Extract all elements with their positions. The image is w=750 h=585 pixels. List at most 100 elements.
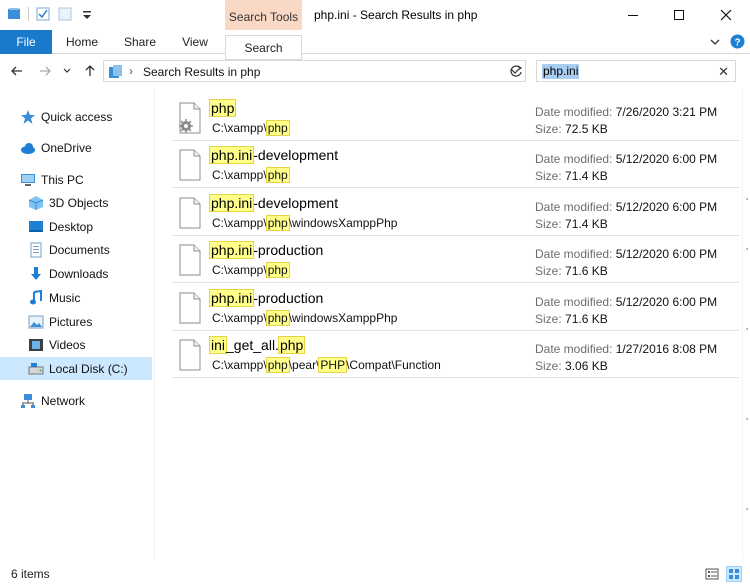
sidebar-item-label: This PC (41, 172, 84, 187)
computer-icon (20, 172, 36, 188)
tab-file[interactable]: File (0, 30, 52, 54)
close-button[interactable] (703, 0, 749, 30)
clear-search-icon[interactable]: ✕ (718, 64, 729, 80)
breadcrumb-separator: › (129, 64, 133, 78)
sidebar-item-label: Pictures (49, 314, 93, 329)
search-box[interactable]: php.ini ✕ (536, 60, 736, 82)
size-value: 71.4 KB (565, 169, 608, 183)
search-tools-context-tab: Search Tools (225, 0, 302, 30)
network-icon (20, 393, 36, 409)
file-name[interactable]: php.ini-production (209, 241, 323, 259)
file-name[interactable]: ini_get_all.php (209, 336, 306, 354)
pictures-icon (28, 314, 44, 330)
sidebar-item-label: OneDrive (41, 140, 92, 155)
search-match-highlight: php (265, 167, 290, 183)
result-row[interactable]: php.ini-development C:\xampp\php\windowsX… (172, 190, 739, 236)
search-input[interactable]: php.ini (542, 64, 580, 79)
chevron-down-icon (63, 68, 71, 73)
sidebar-item-3d-objects[interactable]: 3D Objects (0, 191, 152, 214)
result-row[interactable]: php.ini-production C:\xampp\php Date modif… (172, 237, 739, 283)
file-path: C:\xampp\php (212, 167, 290, 183)
text-segment: \pear\ (288, 358, 320, 372)
result-row[interactable]: php.ini-production C:\xampp\php\windowsXa… (172, 285, 739, 331)
file-icon (177, 292, 203, 324)
text-segment: _get_all. (226, 337, 279, 353)
date-modified-label: Date modified: (535, 247, 613, 261)
result-row[interactable]: php.ini-development C:\xampp\php Date modi… (172, 142, 739, 188)
film-icon (28, 337, 44, 353)
sidebar-item-this-pc[interactable]: This PC (0, 168, 152, 191)
minimize-icon (628, 15, 638, 16)
minimize-button[interactable] (610, 0, 656, 30)
details-view-button[interactable] (704, 566, 720, 582)
desktop-icon (28, 219, 44, 235)
search-match-highlight: php (265, 310, 290, 326)
date-modified-value: 7/26/2020 3:21 PM (615, 105, 718, 119)
search-match-highlight: php (209, 99, 237, 117)
tab-share[interactable]: Share (116, 30, 164, 54)
recent-locations-button[interactable] (61, 63, 73, 79)
file-icon (177, 244, 203, 276)
text-segment: C:\xampp\ (212, 168, 267, 182)
search-match-highlight: php.ini (209, 194, 255, 212)
sidebar-item-quick-access[interactable]: Quick access (0, 105, 152, 128)
documents-icon (28, 242, 44, 258)
search-match-highlight: php.ini (209, 289, 255, 307)
sidebar-item-videos[interactable]: Videos (0, 333, 152, 356)
maximize-button[interactable] (656, 0, 702, 30)
sidebar-item-music[interactable]: Music (0, 286, 152, 309)
search-match-highlight: php (265, 262, 290, 278)
customize-toolbar-icon[interactable] (79, 6, 95, 22)
sidebar-item-documents[interactable]: Documents (0, 238, 152, 261)
cube-icon (28, 195, 44, 211)
file-icon (177, 149, 203, 181)
text-segment: C:\xampp\ (212, 121, 267, 135)
help-icon[interactable]: ? (730, 34, 745, 49)
new-folder-icon[interactable] (57, 6, 73, 22)
result-row[interactable]: ini_get_all.php C:\xampp\php\pear\PHP\Com… (172, 332, 739, 378)
size-label: Size: (535, 359, 562, 373)
svg-text:?: ? (734, 38, 740, 49)
file-metadata: Date modified: 5/12/2020 6:00 PM Size: 71… (535, 151, 717, 185)
date-modified-value: 1/27/2016 8:08 PM (615, 342, 718, 356)
text-segment: C:\xampp\ (212, 263, 267, 277)
music-note-icon (28, 289, 44, 306)
properties-icon[interactable] (35, 6, 51, 22)
quick-access-toolbar (6, 6, 95, 22)
size-value: 3.06 KB (565, 359, 608, 373)
size-label: Size: (535, 217, 562, 231)
folder-icon[interactable] (6, 6, 22, 22)
file-name[interactable]: php (209, 99, 237, 117)
text-segment: C:\xampp\ (212, 358, 267, 372)
sidebar-item-onedrive[interactable]: OneDrive (0, 136, 152, 159)
forward-button[interactable] (37, 63, 53, 79)
sidebar-item-pictures[interactable]: Pictures (0, 310, 152, 333)
sidebar-item-network[interactable]: Network (0, 389, 152, 412)
back-button[interactable] (9, 63, 25, 79)
size-label: Size: (535, 169, 562, 183)
file-name[interactable]: php.ini-development (209, 146, 338, 164)
date-modified-label: Date modified: (535, 295, 613, 309)
file-name[interactable]: php.ini-production (209, 289, 323, 307)
ribbon-tabs: File Home Share View Search ? (0, 30, 750, 60)
content-view-button[interactable] (726, 566, 742, 582)
result-row[interactable]: php C:\xampp\php Date modified: 7/26/2020 … (172, 95, 739, 141)
file-metadata: Date modified: 5/12/2020 6:00 PM Size: 71… (535, 199, 717, 233)
sidebar-item-desktop[interactable]: Desktop (0, 215, 152, 238)
expand-ribbon-icon[interactable] (708, 35, 722, 49)
sidebar-item-label: Desktop (49, 219, 94, 234)
address-bar[interactable]: › Search Results in php (103, 60, 526, 82)
file-name[interactable]: php.ini-development (209, 194, 338, 212)
tab-view[interactable]: View (172, 30, 218, 54)
vertical-scrollbar[interactable] (742, 88, 750, 558)
sidebar-item-local-disk-c[interactable]: Local Disk (C:) (0, 357, 152, 380)
tab-home[interactable]: Home (58, 30, 106, 54)
breadcrumb-location[interactable]: Search Results in php (143, 65, 260, 79)
drive-icon (28, 361, 44, 377)
text-segment: \windowsXamppPhp (288, 216, 398, 230)
refresh-button[interactable] (508, 63, 524, 79)
size-value: 71.4 KB (565, 217, 608, 231)
sidebar-item-downloads[interactable]: Downloads (0, 262, 152, 285)
up-button[interactable] (82, 63, 98, 79)
window-title: php.ini - Search Results in php (314, 8, 478, 22)
